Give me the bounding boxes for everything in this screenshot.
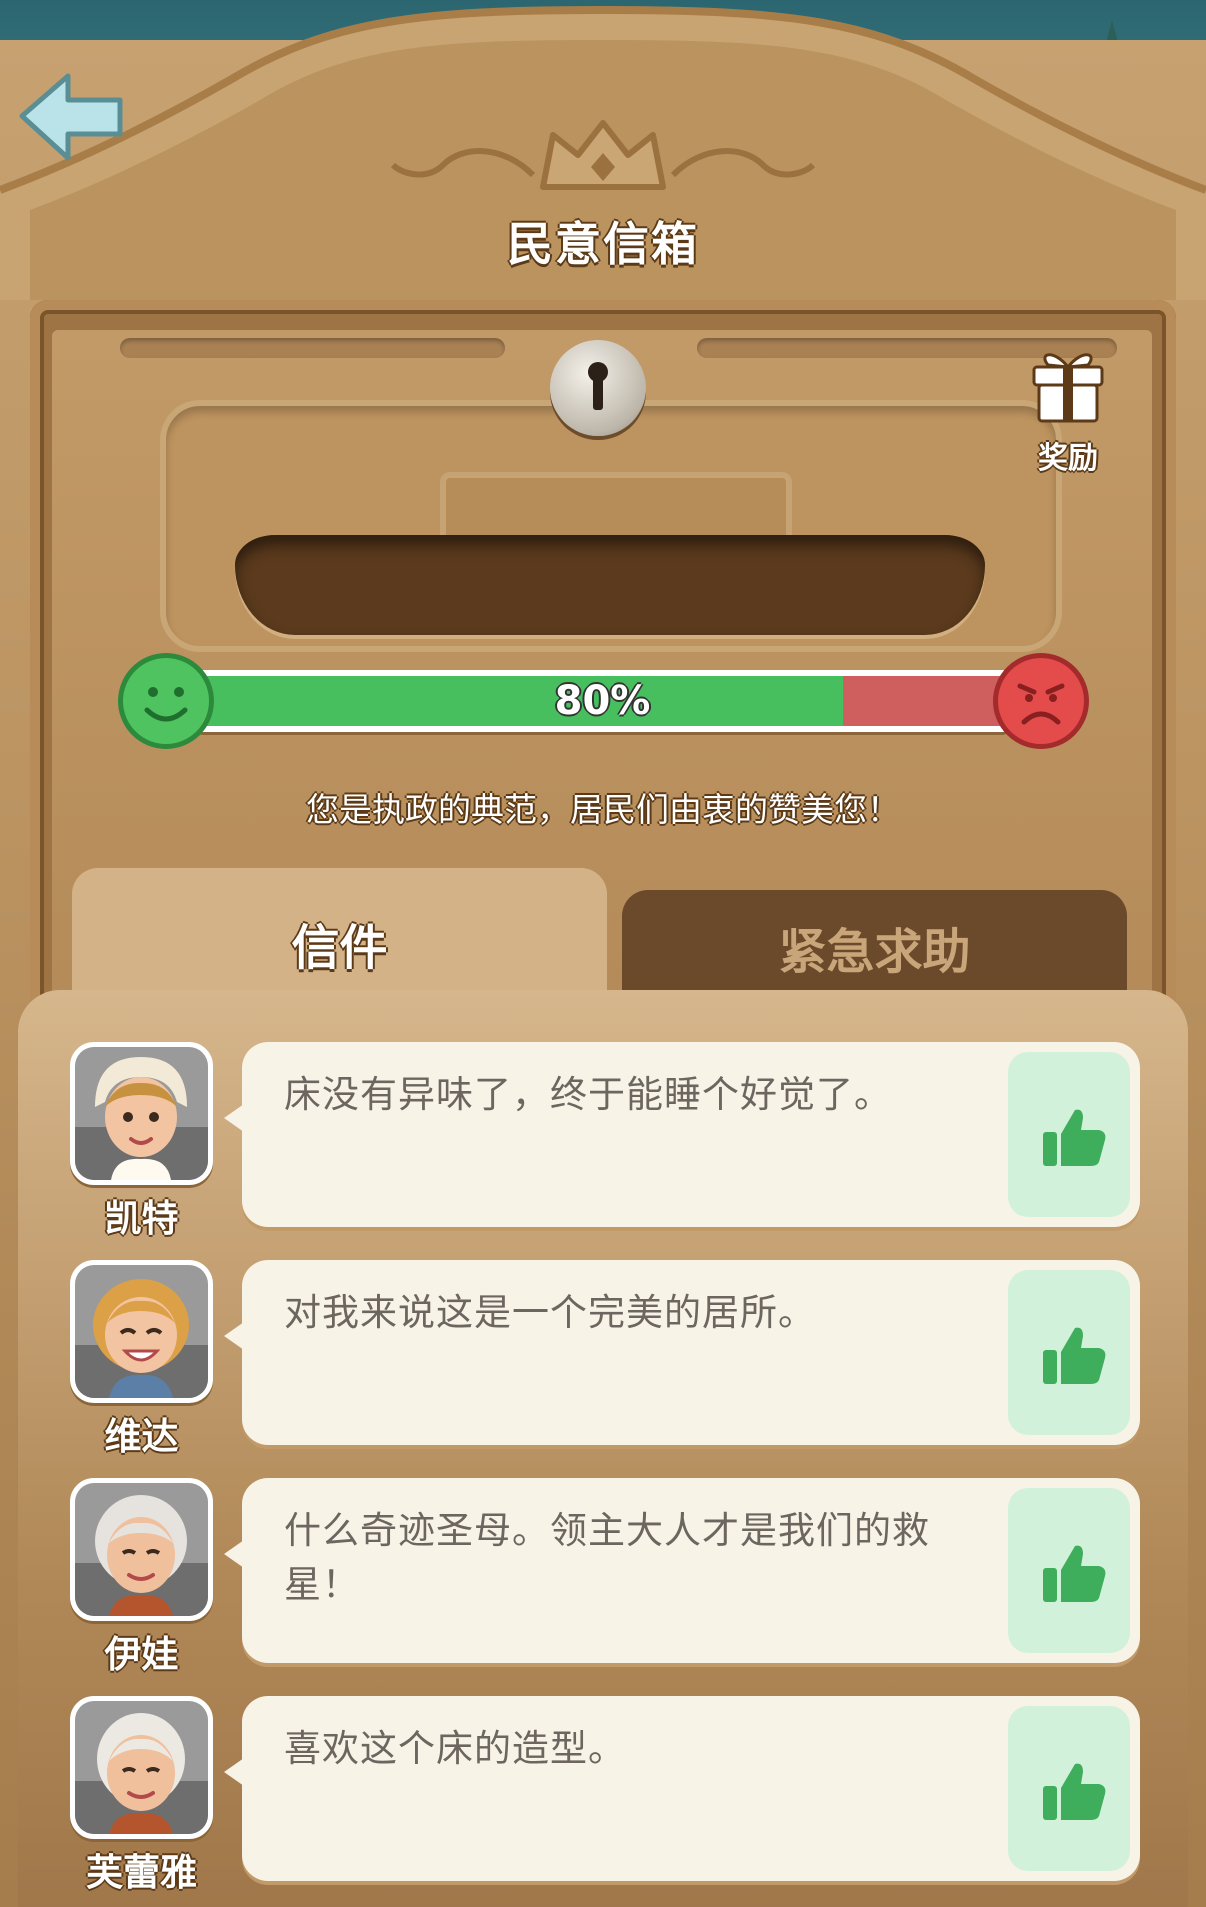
- letter-bubble: 床没有异味了，终于能睡个好觉了。: [224, 1042, 1140, 1227]
- letter-message: 什么奇迹圣母。领主大人才是我们的救星！: [284, 1509, 930, 1606]
- like-button[interactable]: [1008, 1488, 1130, 1653]
- thumbs-up-icon: [1043, 1327, 1106, 1384]
- letter-message: 喜欢这个床的造型。: [284, 1727, 626, 1770]
- satisfaction-bar: 80%: [195, 670, 1010, 732]
- letter-item: 凯特 床没有异味了，终于能睡个好觉了。: [70, 1042, 1145, 1242]
- mail-slot: [235, 535, 985, 635]
- back-arrow-icon: [19, 73, 123, 161]
- like-button[interactable]: [1008, 1052, 1130, 1217]
- satisfaction-message: 您是执政的典范，居民们由衷的赞美您！: [306, 790, 900, 829]
- resident-name: 凯特: [104, 1197, 179, 1240]
- reward-button[interactable]: 奖励: [1018, 345, 1118, 485]
- mailbox-rail: [120, 338, 505, 358]
- letter-bubble: 什么奇迹圣母。领主大人才是我们的救星！: [224, 1478, 1140, 1663]
- avatar: [70, 1478, 213, 1621]
- resident-name: 芙蕾雅: [86, 1851, 197, 1894]
- tab-emergency-help[interactable]: 紧急求助: [622, 890, 1127, 1000]
- like-button[interactable]: [1008, 1270, 1130, 1435]
- avatar: [70, 1260, 213, 1403]
- back-button[interactable]: [16, 70, 128, 166]
- resident-name: 伊娃: [104, 1633, 179, 1676]
- letter-item: 芙蕾雅 喜欢这个床的造型。: [70, 1696, 1145, 1896]
- thumbs-up-icon: [1043, 1545, 1106, 1602]
- satisfaction-value: 80%: [554, 678, 651, 724]
- page-title: 民意信箱: [507, 217, 699, 271]
- sad-face-icon: [993, 653, 1089, 749]
- resident-name: 维达: [104, 1415, 179, 1458]
- letter-message: 对我来说这是一个完美的居所。: [284, 1291, 816, 1334]
- happy-face-icon: [118, 653, 214, 749]
- letter-item: 维达 对我来说这是一个完美的居所。: [70, 1260, 1145, 1460]
- letter-message: 床没有异味了，终于能睡个好觉了。: [284, 1073, 892, 1116]
- tab-letters[interactable]: 信件: [72, 868, 607, 998]
- avatar: [70, 1696, 213, 1839]
- letter-bubble: 对我来说这是一个完美的居所。: [224, 1260, 1140, 1445]
- crown-ornament-icon: [383, 115, 823, 205]
- reward-label: 奖励: [1038, 441, 1098, 476]
- thumbs-up-icon: [1043, 1109, 1106, 1166]
- letter-item: 伊娃 什么奇迹圣母。领主大人才是我们的救星！: [70, 1478, 1145, 1678]
- lock-icon: [550, 340, 646, 436]
- game-screen: 民意信箱 奖励 80% 您是执政的典范，居民们由衷的赞美您！ 信件 紧急求助 凯…: [0, 0, 1206, 1907]
- gift-icon: [1030, 345, 1106, 425]
- thumbs-up-icon: [1043, 1763, 1106, 1820]
- avatar: [70, 1042, 213, 1185]
- like-button[interactable]: [1008, 1706, 1130, 1871]
- letter-bubble: 喜欢这个床的造型。: [224, 1696, 1140, 1881]
